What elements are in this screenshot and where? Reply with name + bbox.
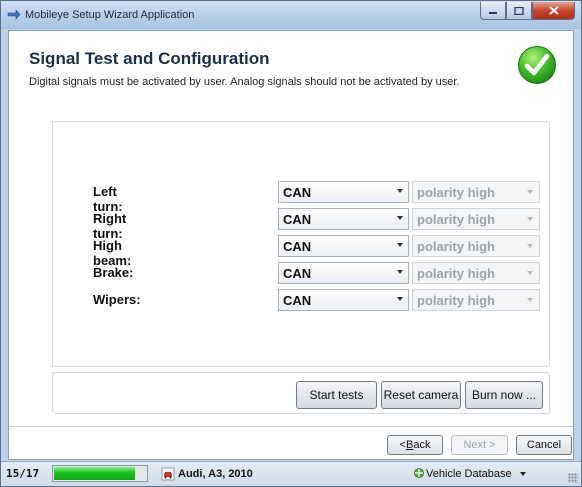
minimize-icon <box>489 11 497 14</box>
dropdown-value: polarity high <box>417 239 495 254</box>
signal-label: Left turn: <box>93 184 123 214</box>
back-label: ack <box>413 439 431 451</box>
left-turn-polarity-dropdown: polarity high <box>412 181 540 203</box>
signal-config-panel: Left turn: CAN polarity high Right turn:… <box>52 121 550 367</box>
dropdown-value: CAN <box>283 185 312 200</box>
dropdown-arrow-icon <box>397 189 403 193</box>
brake-polarity-dropdown: polarity high <box>412 262 540 284</box>
green-checkmark-icon <box>518 46 556 84</box>
back-button[interactable]: < Back <box>387 435 443 455</box>
chevron-down-icon[interactable] <box>520 472 526 476</box>
database-icon <box>414 468 424 478</box>
signal-label: Brake: <box>93 265 134 280</box>
wizard-arrow-icon <box>7 9 21 20</box>
right-turn-source-dropdown[interactable]: CAN <box>278 208 409 230</box>
page-title: Signal Test and Configuration <box>29 49 270 68</box>
wipers-source-dropdown[interactable]: CAN <box>278 289 409 311</box>
dropdown-arrow-icon <box>397 243 403 247</box>
back-accesskey: B <box>405 439 414 451</box>
window-title: Mobileye Setup Wizard Application <box>25 9 195 21</box>
maximize-icon <box>514 6 524 15</box>
app-window: Mobileye Setup Wizard Application Signal… <box>0 0 582 487</box>
dropdown-arrow-icon <box>527 271 533 275</box>
close-icon <box>548 6 559 15</box>
dropdown-arrow-icon <box>397 297 403 301</box>
dropdown-arrow-icon <box>527 244 533 248</box>
dropdown-arrow-icon <box>527 298 533 302</box>
dropdown-value: polarity high <box>417 266 495 281</box>
progress-fill <box>54 467 135 480</box>
dropdown-value: CAN <box>283 239 312 254</box>
resize-grip[interactable] <box>568 473 578 483</box>
dropdown-value: CAN <box>283 212 312 227</box>
high-beam-source-dropdown[interactable]: CAN <box>278 235 409 257</box>
vehicle-label: Audi, A3, 2010 <box>178 468 253 480</box>
signal-label: Right turn: <box>93 211 127 241</box>
dropdown-value: polarity high <box>417 212 495 227</box>
dropdown-arrow-icon <box>527 217 533 221</box>
next-button[interactable]: Next > <box>451 435 508 455</box>
cancel-button[interactable]: Cancel <box>516 435 572 455</box>
left-turn-source-dropdown[interactable]: CAN <box>278 181 409 203</box>
dropdown-value: CAN <box>283 266 312 281</box>
title-bar[interactable]: Mobileye Setup Wizard Application <box>1 1 581 29</box>
wipers-polarity-dropdown: polarity high <box>412 289 540 311</box>
wizard-progress-bar <box>52 465 148 482</box>
right-turn-polarity-dropdown: polarity high <box>412 208 540 230</box>
dropdown-arrow-icon <box>397 216 403 220</box>
close-button[interactable] <box>532 2 575 20</box>
actions-panel: Start tests Reset camera Burn now ... <box>52 372 550 414</box>
vehicle-database-menu[interactable]: Vehicle Database <box>426 468 512 480</box>
status-bar: 15/17 Audi, A3, 2010 Vehicle Database <box>1 461 581 486</box>
start-tests-button[interactable]: Start tests <box>296 381 377 409</box>
divider <box>9 426 573 427</box>
brake-source-dropdown[interactable]: CAN <box>278 262 409 284</box>
dropdown-arrow-icon <box>527 190 533 194</box>
step-counter: 15/17 <box>6 467 40 480</box>
dropdown-value: polarity high <box>417 185 495 200</box>
minimize-button[interactable] <box>480 2 506 20</box>
reset-camera-button[interactable]: Reset camera <box>381 381 461 409</box>
vehicle-icon <box>161 467 175 481</box>
burn-now-button[interactable]: Burn now ... <box>465 381 543 409</box>
wizard-page: Signal Test and Configuration Digital si… <box>8 30 574 460</box>
signal-label: Wipers: <box>93 292 141 307</box>
dropdown-value: polarity high <box>417 293 495 308</box>
high-beam-polarity-dropdown: polarity high <box>412 235 540 257</box>
page-subtitle: Digital signals must be activated by use… <box>29 76 460 88</box>
dropdown-arrow-icon <box>397 270 403 274</box>
signal-label: High beam: <box>93 238 132 268</box>
dropdown-value: CAN <box>283 293 312 308</box>
maximize-button[interactable] <box>506 2 532 20</box>
